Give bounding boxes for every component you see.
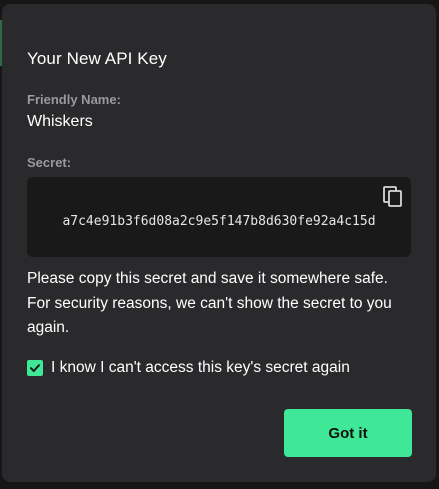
api-key-dialog: Your New API Key Friendly Name: Whiskers… xyxy=(2,4,436,482)
got-it-button[interactable]: Got it xyxy=(284,409,412,457)
acknowledge-label: I know I can't access this key's secret … xyxy=(51,359,350,376)
dialog-title: Your New API Key xyxy=(27,49,167,68)
secret-value[interactable]: a7c4e91b3f6d08a2c9e5f147b8d630fe92a4c15d xyxy=(27,214,411,229)
checkmark-icon xyxy=(30,364,40,372)
warning-note: Please copy this secret and save it some… xyxy=(27,270,392,336)
secret-box: a7c4e91b3f6d08a2c9e5f147b8d630fe92a4c15d xyxy=(27,177,411,257)
acknowledge-checkbox[interactable] xyxy=(27,360,43,376)
copy-icon xyxy=(383,186,402,207)
secret-label: Secret: xyxy=(27,155,72,170)
friendly-name-label: Friendly Name: xyxy=(27,92,121,107)
acknowledge-row[interactable]: I know I can't access this key's secret … xyxy=(27,357,350,379)
friendly-name-value: Whiskers xyxy=(27,113,93,130)
copy-button[interactable] xyxy=(379,181,407,209)
